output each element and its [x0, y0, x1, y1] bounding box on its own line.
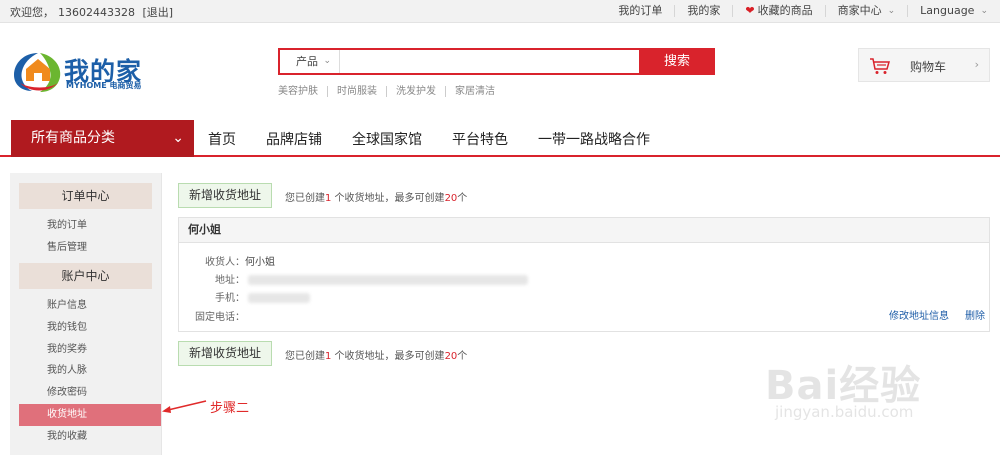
mobile-row: 手机： [215, 289, 311, 304]
address-card: 何小姐 收货人：何小姐 地址： 手机： 固定电话： 修改地址信息 删除 [178, 217, 990, 332]
nav-item-brand-stores[interactable]: 品牌店铺 [266, 129, 322, 149]
hot-search-words: 美容护肤 时尚服装 洗发护发 家居清洁 [278, 86, 504, 97]
sidebar-heading-order-center: 订单中心 [19, 183, 152, 209]
hotword-link[interactable]: 洗发护发 [386, 86, 445, 97]
consignee-value: 何小姐 [245, 257, 275, 268]
logo-subtitle: MYHOME 电商贸易 [66, 81, 142, 90]
nav-items: 首页 品牌店铺 全球国家馆 平台特色 一带一路战略合作 [208, 120, 680, 157]
chevron-down-icon: ⌄ [172, 130, 184, 146]
main-nav: 所有商品分类 ⌄ 首页 品牌店铺 全球国家馆 平台特色 一带一路战略合作 [0, 120, 1000, 157]
nav-item-global-pavilion[interactable]: 全球国家馆 [352, 129, 422, 149]
chevron-down-icon: ⌄ [980, 6, 988, 16]
nav-item-home[interactable]: 首页 [208, 129, 236, 149]
consignee-row: 收货人：何小姐 [205, 253, 275, 268]
address-label: 地址： [215, 275, 245, 286]
nav-item-belt-road[interactable]: 一带一路战略合作 [538, 129, 650, 149]
logout-link[interactable]: [退出] [142, 6, 173, 19]
favorites-label: 收藏的商品 [757, 4, 813, 17]
address-count-info: 您已创建1 个收货地址，最多可创建20个 [285, 189, 467, 204]
hotword-link[interactable]: 美容护肤 [278, 86, 327, 97]
my-home-label: 我的家 [687, 4, 721, 17]
sidebar-item-my-orders[interactable]: 我的订单 [10, 215, 161, 237]
my-orders-label: 我的订单 [618, 4, 663, 17]
merchant-center-label: 商家中心 [837, 4, 882, 17]
max-count: 20 [444, 351, 458, 362]
sidebar-item-favorites[interactable]: 我的收藏 [10, 426, 161, 448]
sidebar-item-after-sales[interactable]: 售后管理 [10, 237, 161, 259]
edit-address-link[interactable]: 修改地址信息 [889, 307, 949, 322]
nav-item-platform-features[interactable]: 平台特色 [452, 129, 508, 149]
baidu-jingyan-watermark: Bai经验 jingyan.baidu.com [755, 345, 995, 435]
address-actions: 修改地址信息 删除 [889, 307, 985, 322]
sidebar-item-wallet[interactable]: 我的钱包 [10, 317, 161, 339]
sidebar-item-contacts[interactable]: 我的人脉 [10, 360, 161, 382]
my-orders-link[interactable]: 我的订单 [606, 5, 674, 17]
my-home-link[interactable]: 我的家 [674, 5, 732, 17]
mobile-label: 手机： [215, 293, 245, 304]
top-links: 我的订单 我的家 ❤ 收藏的商品 商家中心 ⌄ Language ⌄ [606, 0, 1000, 22]
search-category-select[interactable]: 产品 ⌄ [280, 50, 340, 73]
sidebar-item-account-info[interactable]: 账户信息 [10, 295, 161, 317]
chevron-right-icon: › [974, 58, 979, 71]
sidebar-item-coupons[interactable]: 我的奖券 [10, 339, 161, 361]
favorites-link[interactable]: ❤ 收藏的商品 [732, 5, 824, 17]
search-input[interactable] [341, 50, 639, 73]
phone-row: 固定电话： [195, 308, 245, 323]
welcome-label: 欢迎您， [10, 6, 54, 19]
language-dropdown[interactable]: Language ⌄ [907, 5, 1000, 17]
info-suffix: 个 [457, 351, 468, 362]
watermark-url: jingyan.baidu.com [775, 403, 914, 421]
sidebar-item-shipping-address[interactable]: 收货地址 [19, 403, 161, 426]
step-annotation: 步骤二 [210, 401, 250, 416]
delete-address-link[interactable]: 删除 [965, 307, 985, 322]
language-label: Language [920, 4, 975, 17]
all-categories-label: 所有商品分类 [31, 130, 115, 146]
annotation-arrow-icon [162, 400, 207, 413]
top-bar: 欢迎您， 13602443328 [退出] 我的订单 我的家 ❤ 收藏的商品 商家中… [0, 0, 1000, 23]
sidebar-item-change-password[interactable]: 修改密码 [10, 382, 161, 404]
info-prefix: 您已创建 [285, 193, 325, 204]
blurred-mobile [248, 293, 311, 303]
cart-button[interactable]: 购物车 › [858, 48, 990, 82]
chevron-down-icon: ⌄ [887, 6, 896, 16]
hotword-link[interactable]: 时尚服装 [327, 86, 386, 97]
hotword-link[interactable]: 家居清洁 [445, 86, 504, 97]
add-address-button[interactable]: 新增收货地址 [178, 183, 272, 208]
heart-icon: ❤ [745, 4, 755, 17]
sidebar-heading-account-center: 账户中心 [19, 263, 152, 290]
info-mid: 个收货地址，最多可创建 [331, 193, 445, 204]
account-sidebar: 订单中心 我的订单 售后管理 账户中心 账户信息 我的钱包 我的奖券 我的人脉 … [10, 173, 162, 455]
phone-label: 固定电话： [195, 312, 245, 323]
cart-icon [870, 58, 890, 74]
welcome-message: 欢迎您， 13602443328 [退出] [10, 4, 177, 20]
user-phone: 13602443328 [58, 6, 135, 19]
address-card-name: 何小姐 [179, 218, 989, 243]
merchant-center-dropdown[interactable]: 商家中心 ⌄ [824, 4, 908, 17]
info-suffix: 个 [457, 193, 468, 204]
blurred-address [248, 275, 529, 285]
consignee-label: 收货人： [205, 257, 245, 268]
info-prefix: 您已创建 [285, 351, 325, 362]
address-row: 地址： [215, 271, 529, 286]
address-count-info: 您已创建1 个收货地址，最多可创建20个 [285, 347, 467, 362]
search-button[interactable]: 搜索 [639, 48, 715, 75]
chevron-down-icon: ⌄ [323, 56, 331, 66]
info-mid: 个收货地址，最多可创建 [331, 351, 445, 362]
max-count: 20 [444, 193, 458, 204]
search-category-label: 产品 [296, 55, 318, 68]
add-address-button[interactable]: 新增收货地址 [178, 341, 272, 366]
all-categories-button[interactable]: 所有商品分类 ⌄ [11, 120, 194, 157]
cart-label: 购物车 [910, 60, 947, 74]
search-bar: 产品 ⌄ 搜索 [278, 48, 715, 75]
